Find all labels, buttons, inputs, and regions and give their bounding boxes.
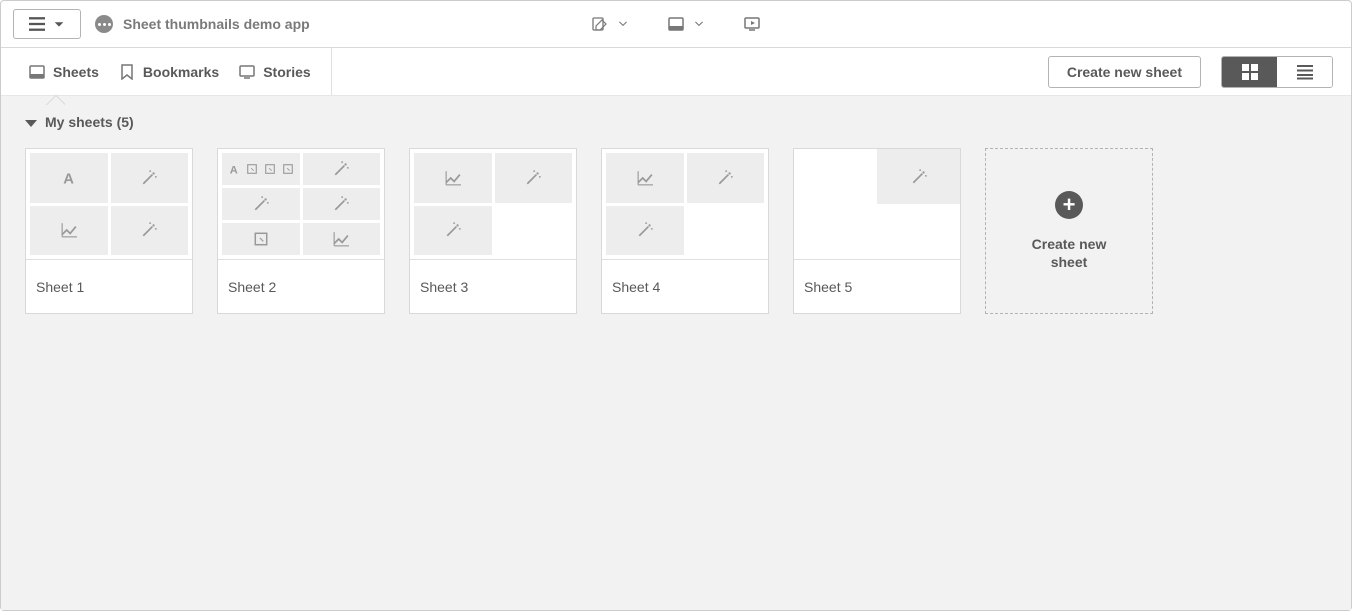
sheet-label: Sheet 3 xyxy=(410,259,576,313)
sheet-label: Sheet 2 xyxy=(218,259,384,313)
sheet-card[interactable]: Sheet 5 xyxy=(793,148,961,314)
wand-icon xyxy=(141,222,157,238)
sheet-thumbnail xyxy=(218,149,384,259)
collapse-icon xyxy=(25,120,37,127)
sheets-grid: Sheet 1 Sheet 2 xyxy=(25,148,1327,314)
tab-label: Stories xyxy=(263,64,310,80)
tab-label: Bookmarks xyxy=(143,64,219,80)
sheet-label: Sheet 5 xyxy=(794,259,960,313)
app-icon xyxy=(95,15,113,33)
text-icon xyxy=(61,170,77,186)
chart-icon xyxy=(445,170,461,186)
list-view-button[interactable] xyxy=(1277,57,1332,87)
sheet-thumbnail xyxy=(26,149,192,259)
chevron-down-icon xyxy=(618,19,628,29)
box-icon xyxy=(253,231,269,247)
sheet-thumbnail xyxy=(410,149,576,259)
wand-icon xyxy=(333,161,349,177)
sheet-label: Sheet 4 xyxy=(602,259,768,313)
sheet-thumbnail xyxy=(794,149,960,259)
sheet-card[interactable]: Sheet 1 xyxy=(25,148,193,314)
plus-icon: + xyxy=(1055,191,1083,219)
sheet-icon xyxy=(668,16,684,32)
sheet-thumbnail xyxy=(602,149,768,259)
sheet-label: Sheet 1 xyxy=(26,259,192,313)
sheet-card[interactable]: Sheet 4 xyxy=(601,148,769,314)
topbar-center xyxy=(592,1,760,48)
bookmark-icon xyxy=(119,64,135,80)
present-icon xyxy=(744,16,760,32)
box-icon xyxy=(282,163,294,175)
section-title: My sheets (5) xyxy=(45,114,134,130)
tab-stories[interactable]: Stories xyxy=(229,48,320,95)
wand-icon xyxy=(141,170,157,186)
sub-nav: Sheets Bookmarks Stories Create new shee… xyxy=(1,48,1351,96)
wand-icon xyxy=(333,196,349,212)
top-bar: Sheet thumbnails demo app xyxy=(1,1,1351,48)
sheet-nav-dropdown[interactable] xyxy=(668,16,704,32)
edit-icon xyxy=(592,16,608,32)
box-icon xyxy=(246,163,258,175)
box-icon xyxy=(264,163,276,175)
grid-icon xyxy=(1242,64,1258,80)
text-icon xyxy=(228,163,240,175)
sheets-icon xyxy=(29,64,45,80)
tab-bookmarks[interactable]: Bookmarks xyxy=(109,48,229,95)
wand-icon xyxy=(717,170,733,186)
button-label: Create new sheet xyxy=(1067,64,1182,80)
chevron-down-icon xyxy=(694,19,704,29)
caret-down-icon xyxy=(53,18,65,30)
create-card-label: Create new sheet xyxy=(1024,235,1114,271)
grid-view-button[interactable] xyxy=(1222,57,1277,87)
tab-sheets[interactable]: Sheets xyxy=(19,48,109,95)
create-sheet-button[interactable]: Create new sheet xyxy=(1048,56,1201,88)
hamburger-icon xyxy=(29,16,45,32)
edit-mode-dropdown[interactable] xyxy=(592,16,628,32)
app-title: Sheet thumbnails demo app xyxy=(123,16,310,32)
sheet-card[interactable]: Sheet 2 xyxy=(217,148,385,314)
wand-icon xyxy=(445,222,461,238)
wand-icon xyxy=(637,222,653,238)
menu-button[interactable] xyxy=(13,9,81,39)
chart-icon xyxy=(61,222,77,238)
view-toggle xyxy=(1221,56,1333,88)
chart-icon xyxy=(637,170,653,186)
tab-label: Sheets xyxy=(53,64,99,80)
active-tab-pointer xyxy=(45,95,65,105)
play-button[interactable] xyxy=(744,16,760,32)
divider xyxy=(331,48,332,95)
content-area: My sheets (5) Sheet 1 xyxy=(1,96,1351,610)
wand-icon xyxy=(525,170,541,186)
wand-icon xyxy=(253,196,269,212)
section-header[interactable]: My sheets (5) xyxy=(25,114,1327,130)
wand-icon xyxy=(911,169,927,185)
stories-icon xyxy=(239,64,255,80)
chart-icon xyxy=(333,231,349,247)
list-icon xyxy=(1297,64,1313,80)
sheet-card[interactable]: Sheet 3 xyxy=(409,148,577,314)
create-sheet-card[interactable]: + Create new sheet xyxy=(985,148,1153,314)
